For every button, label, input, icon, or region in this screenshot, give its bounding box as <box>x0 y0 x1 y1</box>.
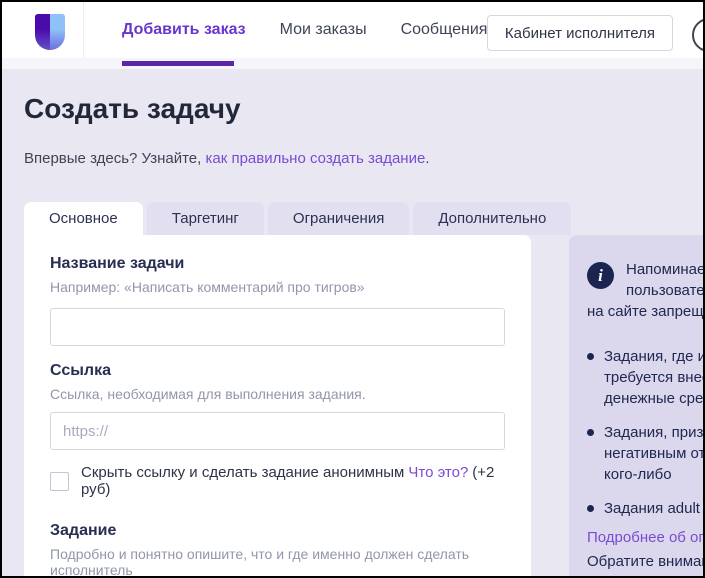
form-tabs: Основное Таргетинг Ограничения Дополните… <box>24 202 572 235</box>
bullet-icon <box>587 353 594 360</box>
attention-note: Обратите внимание скриншота, платна <box>587 552 703 576</box>
bullet-icon <box>587 429 594 436</box>
main-nav: Добавить заказ Мои заказы Сообщения <box>122 2 487 58</box>
intro-text: Впервые здесь? Узнайте, как правильно со… <box>24 150 429 167</box>
tab-additional[interactable]: Дополнительно <box>413 202 572 235</box>
task-name-label: Название задачи <box>50 255 185 272</box>
nav-item-add-order[interactable]: Добавить заказ <box>122 21 246 39</box>
intro-suffix: . <box>425 150 430 167</box>
bullet-icon <box>587 505 594 512</box>
top-navbar: Добавить заказ Мои заказы Сообщения Каби… <box>2 2 703 58</box>
navbar-shadow-strip <box>2 58 703 69</box>
list-item-line: требуется внес <box>604 369 705 386</box>
list-item-line: Задания adult <box>604 500 700 517</box>
list-item-line: денежные сред <box>604 390 705 407</box>
active-nav-underline-indicator <box>122 61 234 66</box>
info-icon: i <box>587 262 614 289</box>
link-label: Ссылка <box>50 362 111 379</box>
hide-link-text: Скрыть ссылку и сделать задание анонимны… <box>81 464 505 498</box>
list-item-text: Задания adult <box>604 498 700 519</box>
list-item: Задания, призы негативным отн кого-либо <box>587 422 705 485</box>
task-form-panel: Название задачи Например: «Написать комм… <box>24 235 531 578</box>
nav-item-messages[interactable]: Сообщения <box>401 21 488 39</box>
tab-restrictions[interactable]: Ограничения <box>267 202 410 235</box>
page-title: Создать задачу <box>24 93 241 124</box>
tab-targeting[interactable]: Таргетинг <box>146 202 264 235</box>
task-description-label: Задание <box>50 522 117 539</box>
link-hint: Ссылка, необходимая для выполнения задан… <box>50 386 366 402</box>
nav-divider <box>83 2 84 58</box>
list-item: Задания adult <box>587 498 703 519</box>
list-item: Задания, где ис требуется внес денежные … <box>587 346 705 409</box>
intro-prefix: Впервые здесь? Узнайте, <box>24 150 206 167</box>
info-head: i Напоминаем пользователям, что <box>587 259 705 301</box>
note-line: Обратите внимание <box>587 553 703 570</box>
performer-cabinet-button[interactable]: Кабинет исполнителя <box>486 15 673 51</box>
info-line: пользователям, что <box>626 282 705 299</box>
info-head-lines: Напоминаем пользователям, что <box>626 259 705 301</box>
info-line: на сайте запрещено: <box>587 303 704 320</box>
app-window: Добавить заказ Мои заказы Сообщения Каби… <box>0 0 705 578</box>
list-item-line: кого-либо <box>604 466 672 483</box>
link-input[interactable] <box>50 412 505 450</box>
info-line: Напоминаем <box>626 261 705 278</box>
nav-item-my-orders[interactable]: Мои заказы <box>280 21 367 39</box>
tab-main[interactable]: Основное <box>24 202 143 235</box>
list-item-line: Задания, призы <box>604 424 705 441</box>
list-item-line: Задания, где ис <box>604 348 705 365</box>
list-item-line: негативным отн <box>604 445 705 462</box>
what-is-it-link[interactable]: Что это? <box>408 464 468 481</box>
logo-right-half <box>50 14 65 50</box>
logo-left-half <box>35 14 50 50</box>
restrictions-details-link[interactable]: Подробнее об огран <box>587 527 703 548</box>
hide-link-checkbox[interactable] <box>50 471 69 491</box>
task-name-input[interactable] <box>50 308 505 346</box>
how-to-create-task-link[interactable]: как правильно создать задание <box>206 150 426 167</box>
task-description-hint: Подробно и понятно опишите, что и где им… <box>50 546 470 578</box>
list-item-text: Задания, где ис требуется внес денежные … <box>604 346 705 409</box>
forbidden-tasks-list: Задания, где ис требуется внес денежные … <box>587 346 705 519</box>
rules-info-panel: i Напоминаем пользователям, что на сайте… <box>569 235 705 576</box>
task-name-hint: Например: «Написать комментарий про тигр… <box>50 279 365 295</box>
hide-link-row: Скрыть ссылку и сделать задание анонимны… <box>50 464 505 498</box>
brand-logo-icon[interactable] <box>35 14 65 50</box>
note-line: скриншота, платна <box>587 572 703 576</box>
hide-link-label: Скрыть ссылку и сделать задание анонимны… <box>81 464 405 481</box>
list-item-text: Задания, призы негативным отн кого-либо <box>604 422 705 485</box>
